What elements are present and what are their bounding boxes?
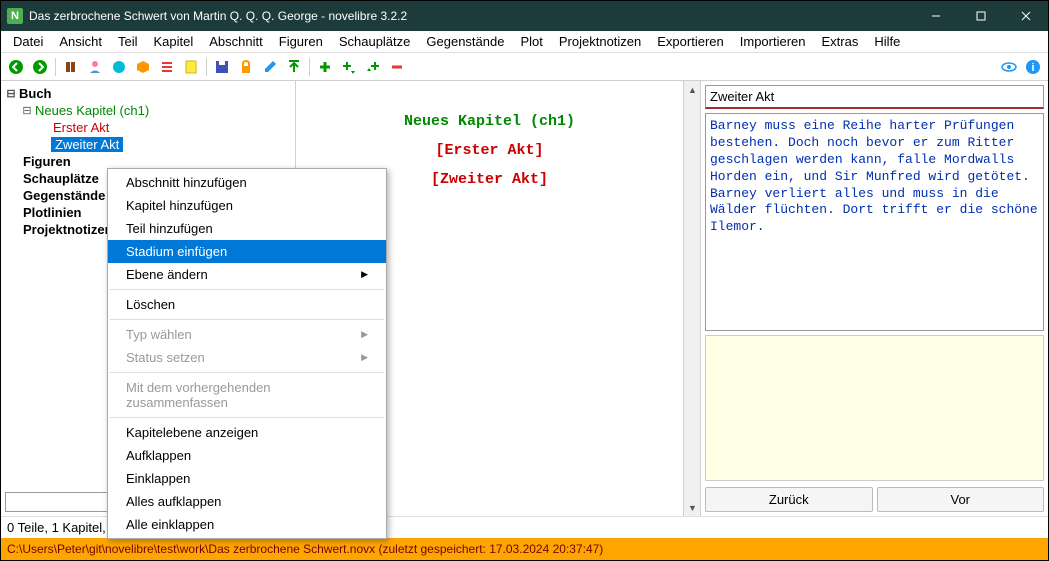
window-title: Das zerbrochene Schwert von Martin Q. Q.… (29, 9, 913, 23)
menu-hilfe[interactable]: Hilfe (866, 32, 908, 51)
menu-extras[interactable]: Extras (814, 32, 867, 51)
view-toggle-icon[interactable] (998, 56, 1020, 78)
notes-icon[interactable] (180, 56, 202, 78)
add-parent-icon[interactable] (362, 56, 384, 78)
close-button[interactable] (1003, 1, 1048, 31)
submenu-arrow-icon: ▶ (361, 269, 368, 280)
ctx-expand[interactable]: Aufklappen (108, 444, 386, 467)
doc-act1-heading: [Erster Akt] (304, 142, 675, 159)
tree-chapter[interactable]: ⊟Neues Kapitel (ch1) (1, 102, 295, 119)
back-icon[interactable] (5, 56, 27, 78)
menu-exportieren[interactable]: Exportieren (649, 32, 731, 51)
forward-icon[interactable] (29, 56, 51, 78)
character-icon[interactable] (84, 56, 106, 78)
svg-text:i: i (1031, 62, 1034, 74)
ctx-collapse-all[interactable]: Alle einklappen (108, 513, 386, 536)
menu-plot[interactable]: Plot (512, 32, 550, 51)
add-child-icon[interactable] (338, 56, 360, 78)
ctx-add-part[interactable]: Teil hinzufügen (108, 217, 386, 240)
ctx-show-chapter-level[interactable]: Kapitelebene anzeigen (108, 421, 386, 444)
ctx-choose-type: Typ wählen▶ (108, 323, 386, 346)
menu-schauplaetze[interactable]: Schauplätze (331, 32, 419, 51)
location-icon[interactable] (108, 56, 130, 78)
info-icon[interactable]: i (1022, 56, 1044, 78)
ctx-change-level[interactable]: Ebene ändern▶ (108, 263, 386, 286)
edit-icon[interactable] (259, 56, 281, 78)
menu-importieren[interactable]: Importieren (732, 32, 814, 51)
toolbar: i (1, 53, 1048, 81)
submenu-arrow-icon: ▶ (361, 329, 368, 340)
export-icon[interactable] (283, 56, 305, 78)
details-description-field[interactable]: Barney muss eine Reihe harter Prüfungen … (705, 113, 1044, 331)
scroll-down-icon[interactable]: ▼ (684, 499, 701, 516)
tree-root-book[interactable]: ⊟Buch (1, 85, 295, 102)
ctx-merge-prev: Mit dem vorhergehenden zusammenfassen (108, 376, 386, 414)
ctx-collapse[interactable]: Einklappen (108, 467, 386, 490)
menu-datei[interactable]: Datei (5, 32, 51, 51)
app-icon: N (7, 8, 23, 24)
ctx-expand-all[interactable]: Alles aufklappen (108, 490, 386, 513)
ctx-insert-stage[interactable]: Stadium einfügen (108, 240, 386, 263)
remove-icon[interactable] (386, 56, 408, 78)
book-icon[interactable] (60, 56, 82, 78)
submenu-arrow-icon: ▶ (361, 352, 368, 363)
details-notes-field[interactable] (705, 335, 1044, 481)
lock-icon[interactable] (235, 56, 257, 78)
ctx-delete[interactable]: Löschen (108, 293, 386, 316)
menu-teil[interactable]: Teil (110, 32, 146, 51)
path-bar: C:\Users\Peter\git\novelibre\test\work\D… (1, 538, 1048, 560)
menu-abschnitt[interactable]: Abschnitt (201, 32, 270, 51)
tree-act1[interactable]: Erster Akt (1, 119, 295, 136)
menu-ansicht[interactable]: Ansicht (51, 32, 110, 51)
titlebar: N Das zerbrochene Schwert von Martin Q. … (1, 1, 1048, 31)
ctx-set-status: Status setzen▶ (108, 346, 386, 369)
tree-act2[interactable]: Zweiter Akt (1, 136, 295, 153)
scroll-up-icon[interactable]: ▲ (684, 81, 701, 98)
doc-chapter-heading: Neues Kapitel (ch1) (304, 113, 675, 130)
details-pane: Zweiter Akt Barney muss eine Reihe harte… (700, 81, 1048, 516)
menubar: Datei Ansicht Teil Kapitel Abschnitt Fig… (1, 31, 1048, 53)
minimize-button[interactable] (913, 1, 958, 31)
forward-button[interactable]: Vor (877, 487, 1045, 512)
menu-projektnotizen[interactable]: Projektnotizen (551, 32, 649, 51)
ctx-add-section[interactable]: Abschnitt hinzufügen (108, 171, 386, 194)
back-button[interactable]: Zurück (705, 487, 873, 512)
maximize-button[interactable] (958, 1, 1003, 31)
add-icon[interactable] (314, 56, 336, 78)
ctx-add-chapter[interactable]: Kapitel hinzufügen (108, 194, 386, 217)
menu-kapitel[interactable]: Kapitel (146, 32, 202, 51)
details-title-field[interactable]: Zweiter Akt (705, 85, 1044, 109)
plot-icon[interactable] (156, 56, 178, 78)
context-menu: Abschnitt hinzufügen Kapitel hinzufügen … (107, 168, 387, 539)
save-icon[interactable] (211, 56, 233, 78)
doc-scrollbar[interactable]: ▲ ▼ (683, 81, 700, 516)
item-icon[interactable] (132, 56, 154, 78)
menu-figuren[interactable]: Figuren (271, 32, 331, 51)
menu-gegenstaende[interactable]: Gegenstände (418, 32, 512, 51)
